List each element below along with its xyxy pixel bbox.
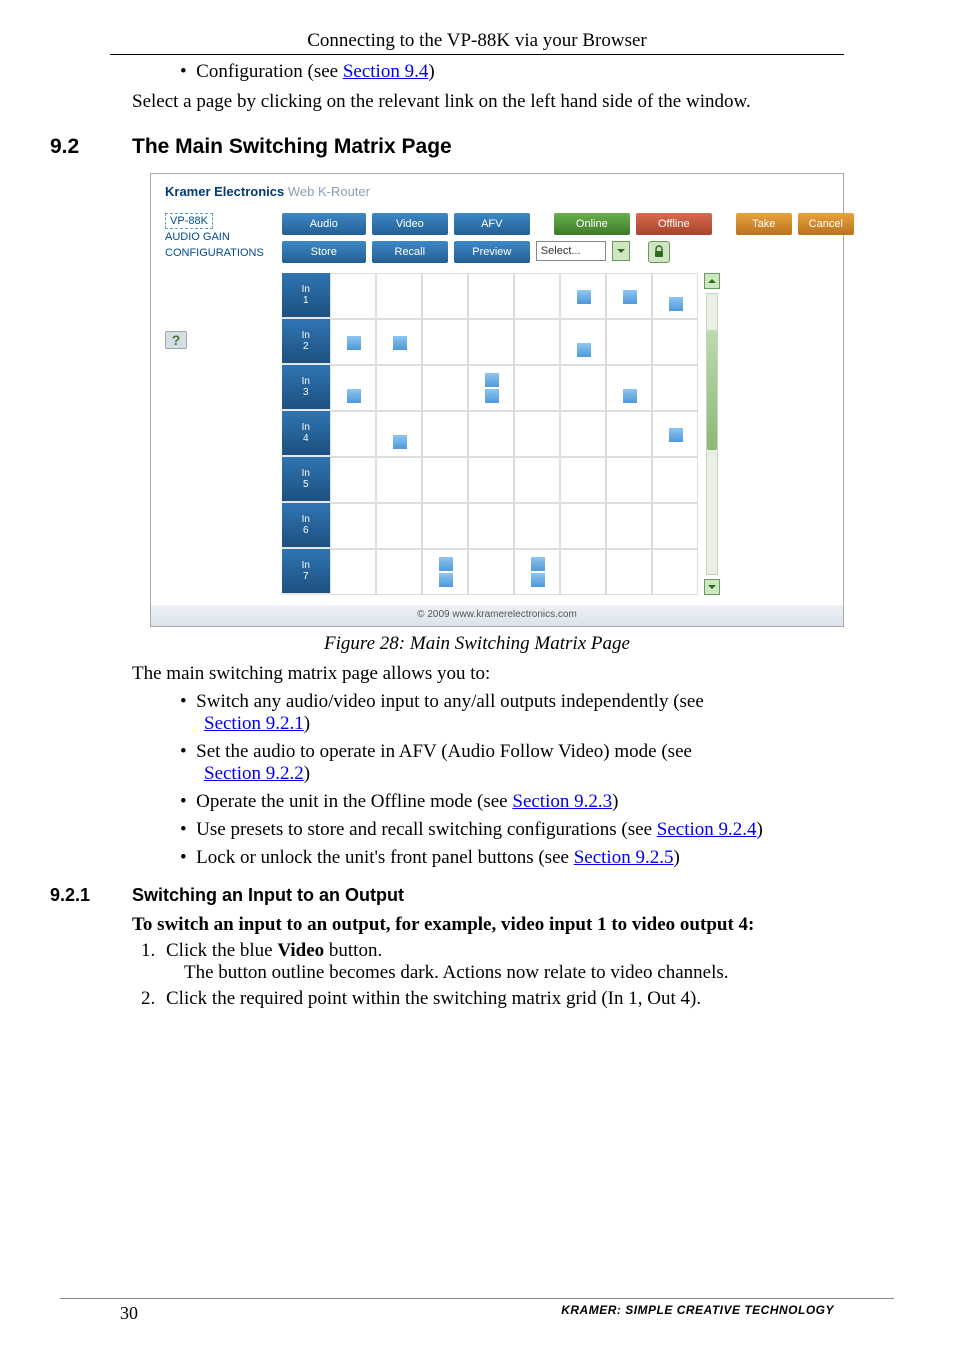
video-bold: Video [277,940,324,961]
after-fig-lead: The main switching matrix page allows yo… [132,663,904,685]
row-headers: In1 In2 In3 In4 In5 In6 In7 [282,273,330,595]
section-number-9-2: 9.2 [50,135,132,159]
footer-text: KRAMER: SIMPLE CREATIVE TECHNOLOGY [561,1303,834,1324]
row-head-1: In1 [282,273,330,319]
sidebar-item-vp88k[interactable]: VP-88K [165,213,213,229]
page-number: 30 [120,1303,138,1324]
preset-select[interactable]: Select... [536,241,606,261]
scroll-up-icon[interactable] [704,273,720,289]
preview-button[interactable]: Preview [454,241,530,263]
store-button[interactable]: Store [282,241,366,263]
row-head-2: In2 [282,319,330,365]
brand-rest: Web K-Router [284,184,370,199]
bullet-4: • Use presets to store and recall switch… [180,819,904,841]
link-section-9-4[interactable]: Section 9.4 [343,61,429,82]
intro-bullet-pre: Configuration (see [196,61,343,82]
row-head-5: In5 [282,457,330,503]
scroll-thumb[interactable] [707,330,717,450]
bullet-5: • Lock or unlock the unit's front panel … [180,847,904,869]
row-head-6: In6 [282,503,330,549]
intro-bullet: • Configuration (see Section 9.4) [180,61,904,83]
step-1: Click the blue Video button. [160,940,904,962]
sidebar: VP-88K AUDIO GAIN CONFIGURATIONS ? [165,213,264,595]
row-head-7: In7 [282,549,330,595]
lock-icon[interactable] [648,241,670,263]
step-1-line-2: The button outline becomes dark. Actions… [184,962,904,984]
subsection-number-9-2-1: 9.2.1 [50,885,132,906]
afv-button[interactable]: AFV [454,213,530,235]
subsection-title-9-2-1: Switching an Input to an Output [132,885,404,906]
sidebar-item-configurations[interactable]: CONFIGURATIONS [165,245,264,261]
audio-button[interactable]: Audio [282,213,366,235]
recall-button[interactable]: Recall [372,241,448,263]
brand-strong: Kramer Electronics [165,184,284,199]
step-2: Click the required point within the swit… [160,988,904,1010]
help-icon[interactable]: ? [165,331,187,349]
row-head-3: In3 [282,365,330,411]
brand-line: Kramer Electronics Web K-Router [165,184,829,199]
row-head-4: In4 [282,411,330,457]
bullet-1: • Switch any audio/video input to any/al… [180,691,904,735]
chevron-down-icon[interactable] [612,241,630,261]
bullet-2: • Set the audio to operate in AFV (Audio… [180,741,904,785]
link-section-9-2-2[interactable]: Section 9.2.2 [204,763,304,784]
matrix-grid[interactable] [330,273,698,595]
intro-bullet-post: ) [428,61,434,82]
scroll-down-icon[interactable] [704,579,720,595]
link-section-9-2-5[interactable]: Section 9.2.5 [574,847,674,868]
video-button[interactable]: Video [372,213,448,235]
running-head: Connecting to the VP-88K via your Browse… [110,20,844,55]
screenshot-footer: © 2009 www.kramerelectronics.com [151,605,843,626]
link-section-9-2-3[interactable]: Section 9.2.3 [512,791,612,812]
link-section-9-2-4[interactable]: Section 9.2.4 [657,819,757,840]
online-button[interactable]: Online [554,213,630,235]
instruction-heading: To switch an input to an output, for exa… [132,914,904,936]
figure-28-screenshot: Kramer Electronics Web K-Router VP-88K A… [150,173,844,627]
select-line: Select a page by clicking on the relevan… [132,91,904,113]
scroll-track[interactable] [706,293,718,575]
section-title-9-2: The Main Switching Matrix Page [132,135,452,159]
take-button[interactable]: Take [736,213,792,235]
cancel-button[interactable]: Cancel [798,213,854,235]
figure-caption: Figure 28: Main Switching Matrix Page [50,633,904,655]
bullet-3: • Operate the unit in the Offline mode (… [180,791,904,813]
sidebar-item-audio-gain[interactable]: AUDIO GAIN [165,229,264,245]
scrollbar[interactable] [704,273,720,595]
link-section-9-2-1[interactable]: Section 9.2.1 [204,713,304,734]
offline-button[interactable]: Offline [636,213,712,235]
